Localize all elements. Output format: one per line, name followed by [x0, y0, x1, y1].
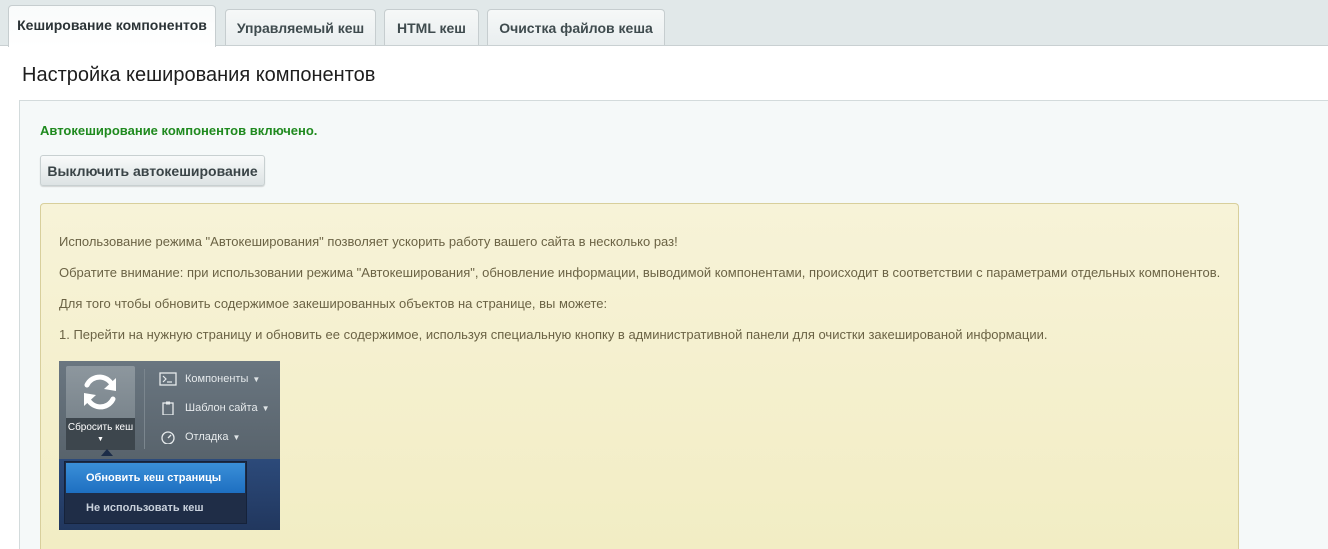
menu-item-site-template: Шаблон сайта ▼	[159, 400, 270, 416]
note-line: Обратите внимание: при использовании реж…	[59, 265, 1221, 280]
note-line: Для того чтобы обновить содержимое закеш…	[59, 296, 608, 311]
page-title: Настройка кеширования компонентов	[22, 64, 376, 86]
tab-component-caching[interactable]: Кеширование компонентов	[8, 5, 216, 47]
reset-cache-label: Сбросить кеш ▼	[66, 418, 135, 450]
toolbar-divider	[144, 369, 145, 449]
reset-cache-dropdown: Обновить кеш страницы Не использовать ке…	[64, 461, 247, 524]
admin-panel-illustration: Сбросить кеш ▼ Компоненты ▼ Шаблон сайта ▼…	[59, 361, 280, 530]
tab-managed-cache[interactable]: Управляемый кеш	[225, 9, 376, 45]
autocache-status: Автокеширование компонентов включено.	[40, 123, 318, 138]
tab-bar: Кеширование компонентов Управляемый кеш …	[0, 0, 1328, 47]
reset-cache-tile: Сбросить кеш ▼	[66, 366, 135, 450]
chevron-down-icon: ▼	[232, 432, 241, 442]
chevron-down-icon: ▼	[252, 374, 261, 384]
disable-autocache-button[interactable]: Выключить автокеширование	[40, 155, 265, 186]
gauge-icon	[161, 431, 175, 444]
note-line: Использование режима "Автокеширования" п…	[59, 234, 678, 249]
tab-html-cache[interactable]: HTML кеш	[384, 9, 479, 45]
terminal-icon	[159, 372, 177, 386]
clipboard-icon	[162, 401, 174, 415]
chevron-down-icon: ▼	[261, 403, 270, 413]
tab-clear-cache-files[interactable]: Очистка файлов кеша	[487, 9, 665, 45]
menu-item-components: Компоненты ▼	[159, 371, 260, 387]
dropdown-item-refresh-page-cache: Обновить кеш страницы	[66, 463, 245, 493]
menu-item-debug: Отладка ▼	[159, 429, 240, 445]
refresh-icon	[84, 374, 116, 410]
dropdown-pointer	[101, 449, 113, 456]
dropdown-item-disable-cache: Не использовать кеш	[86, 502, 204, 514]
note-line: 1. Перейти на нужную страницу и обновить…	[59, 327, 1048, 342]
